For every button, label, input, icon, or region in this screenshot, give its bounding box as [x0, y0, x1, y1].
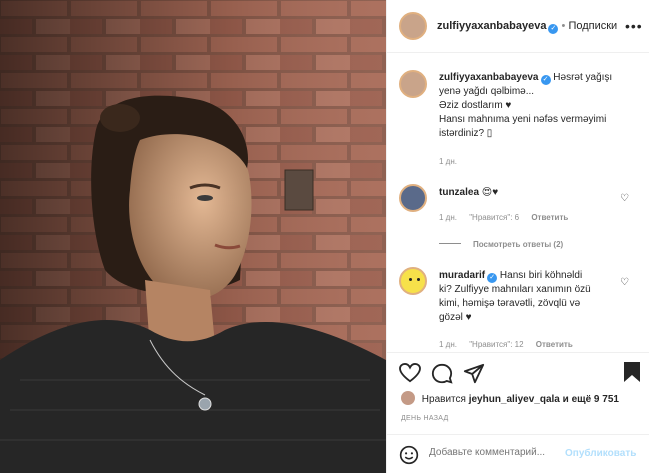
post-side-panel: zulfiyyaxanbabayeva ✓ • Подписки ••• zulf…: [386, 0, 649, 473]
replies-line: [439, 243, 461, 244]
verified-badge-icon: ✓: [548, 24, 559, 34]
caption-line-1: Həsrət yağışı: [553, 72, 613, 83]
publish-button[interactable]: Опубликовать: [565, 448, 636, 459]
commenter-avatar[interactable]: [399, 184, 427, 212]
likes-count[interactable]: и ещё 9 751: [563, 394, 619, 405]
comment-like-heart-icon[interactable]: ♡: [620, 277, 629, 288]
likes-row: Нравится jeyhun_aliyev_qala и ещё 9 751: [401, 391, 619, 405]
comment-line-1: Hansı biri köhnəldi: [499, 270, 583, 281]
comment-line-4: gözəl ♥: [439, 312, 472, 323]
like-heart-icon[interactable]: [399, 363, 421, 383]
caption-line-3: Əziz dostlarım ♥: [439, 100, 512, 111]
likes-prefix: Нравится: [421, 394, 466, 405]
view-replies-label[interactable]: Посмотреть ответы (2): [473, 240, 563, 249]
comment-likes-count[interactable]: "Нравится": 12: [469, 340, 523, 349]
post-header: zulfiyyaxanbabayeva ✓ • Подписки •••: [387, 0, 649, 53]
commenter-avatar[interactable]: [399, 267, 427, 295]
emoji-smiley-icon[interactable]: [399, 445, 419, 465]
comment-username[interactable]: muradarif: [439, 270, 485, 281]
comment-line-2: ki? Zulfiyye mahnıları xanımın özü: [439, 284, 591, 295]
comment-text: tunzalea 😍♥: [439, 186, 634, 200]
comment-meta: 1 дн. "Нравится": 6 Ответить: [439, 213, 578, 222]
author-avatar[interactable]: [399, 12, 427, 40]
comment-time: 1 дн.: [439, 213, 457, 222]
author-username[interactable]: zulfiyyaxanbabayeva: [437, 20, 546, 32]
post-date: ДЕНЬ НАЗАД: [401, 415, 449, 422]
caption-text: zulfiyyaxanbabayeva ✓ Həsrət yağışı yenə …: [439, 71, 634, 141]
bookmark-save-icon[interactable]: [623, 361, 641, 383]
comment-body: 😍♥: [481, 187, 499, 198]
comment-input[interactable]: [429, 447, 559, 458]
caption-avatar[interactable]: [399, 70, 427, 98]
liker-avatar[interactable]: [401, 391, 415, 405]
add-comment-bar: Опубликовать: [387, 434, 649, 474]
follow-button[interactable]: Подписки: [568, 20, 617, 32]
liker-username[interactable]: jeyhun_aliyev_qala: [469, 394, 560, 405]
more-options-icon[interactable]: •••: [625, 18, 643, 34]
comment-verified-icon: ✓: [487, 273, 498, 283]
caption-line-4: Hansı mahnıma yeni nəfəs verməyimi: [439, 114, 607, 125]
comment-meta: 1 дн. "Нравится": 12 Ответить: [439, 340, 583, 349]
caption-line-2: yenə yağdı qəlbimə...: [439, 86, 535, 97]
comment-bubble-icon[interactable]: [431, 363, 453, 385]
comment-reply-button[interactable]: Ответить: [531, 213, 568, 222]
header-username-row: zulfiyyaxanbabayeva ✓ • Подписки: [437, 20, 617, 34]
share-paper-plane-icon[interactable]: [463, 363, 485, 385]
comment-username[interactable]: tunzalea: [439, 187, 479, 198]
comment-time: 1 дн.: [439, 340, 457, 349]
portrait-photo-image: [0, 0, 386, 473]
post-photo[interactable]: [0, 0, 386, 473]
comment-likes-count[interactable]: "Нравится": 6: [469, 213, 519, 222]
header-dot-separator: •: [561, 20, 566, 32]
comment-line-3: kimi, həmişə təravətli, zövqlü və: [439, 298, 581, 309]
caption-username[interactable]: zulfiyyaxanbabayeva: [439, 72, 539, 83]
comment-like-heart-icon[interactable]: ♡: [620, 193, 629, 204]
comment-text: muradarif ✓ Hansı biri köhnəldi ki? Zulfi…: [439, 269, 634, 325]
view-replies-button[interactable]: Посмотреть ответы (2): [439, 240, 573, 249]
caption-time: 1 дн.: [439, 157, 457, 166]
comment-reply-button[interactable]: Ответить: [536, 340, 573, 349]
caption-line-5: istərdiniz? ▯: [439, 128, 493, 139]
caption-verified-icon: ✓: [540, 75, 551, 85]
